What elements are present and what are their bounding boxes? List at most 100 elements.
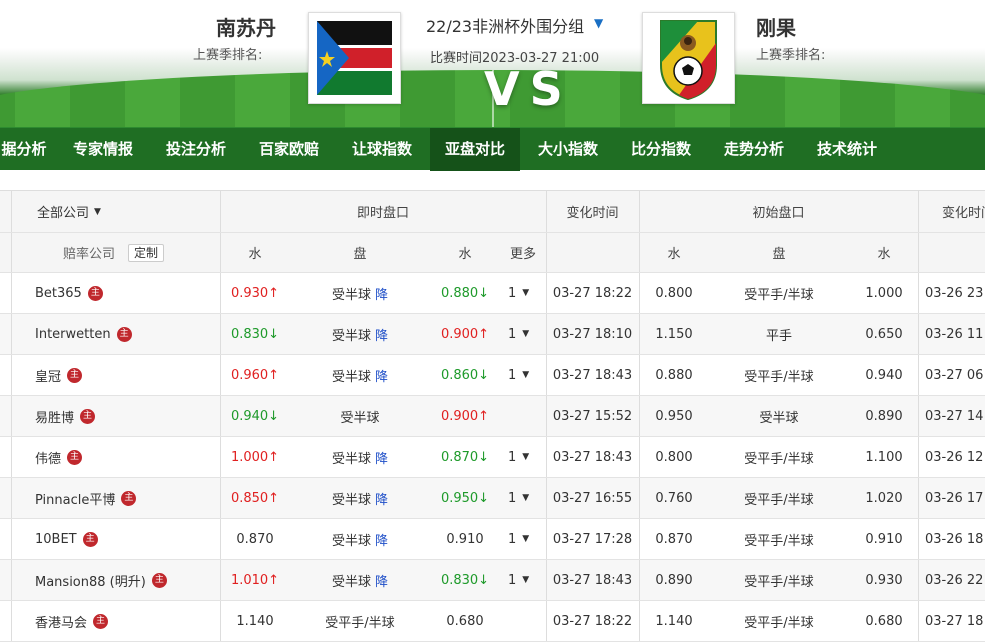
table-row[interactable]: 10BET 主 0.870 受半球降 0.910 1 ▼ 03-27 17:28 0.870 受平… [0, 519, 985, 560]
chevron-down-icon[interactable]: ▼ [594, 16, 603, 30]
home-team-name[interactable]: 南苏丹 [216, 12, 276, 41]
initial-water1[interactable]: 1.150 [639, 314, 709, 354]
nav-item-european-odds[interactable]: 百家欧赔 [248, 128, 330, 171]
nav-item-trend-analysis[interactable]: 走势分析 [713, 128, 795, 171]
nav-item-over-under[interactable]: 大小指数 [527, 128, 609, 171]
live-water1[interactable]: 0.830↓ [220, 314, 290, 354]
initial-water2[interactable]: 1.100 [849, 437, 919, 477]
initial-water1[interactable]: 0.890 [639, 560, 709, 600]
initial-handicap[interactable]: 受平手/半球 [709, 560, 849, 600]
more-dropdown[interactable]: 1 ▼ [508, 478, 529, 518]
live-water1[interactable]: 0.870 [220, 519, 290, 559]
company-cell[interactable]: Pinnacle平博主 [35, 478, 137, 518]
live-handicap-cell[interactable]: 受半球 [290, 396, 430, 436]
live-water1[interactable]: 1.140 [220, 601, 290, 641]
initial-water2[interactable]: 0.940 [849, 355, 919, 395]
live-water1[interactable]: 0.850↑ [220, 478, 290, 518]
company-cell[interactable]: 易胜博主 [35, 396, 96, 436]
company-cell[interactable]: Mansion88 (明升) 主 [35, 560, 167, 600]
company-name[interactable]: 10BET [35, 532, 77, 547]
home-team-flag[interactable] [308, 12, 401, 104]
initial-handicap[interactable]: 平手 [709, 314, 849, 354]
live-handicap-cell[interactable]: 受半球降 [290, 437, 430, 477]
company-cell[interactable]: Bet365 主 [35, 273, 103, 313]
initial-water2[interactable]: 0.890 [849, 396, 919, 436]
live-handicap-cell[interactable]: 受平手/半球 [290, 601, 430, 641]
more-dropdown[interactable]: 1 ▼ [508, 437, 529, 477]
more-dropdown[interactable]: 1 ▼ [508, 314, 529, 354]
company-name[interactable]: 易胜博 [35, 407, 74, 426]
live-handicap-cell[interactable]: 受半球降 [290, 478, 430, 518]
more-dropdown[interactable]: 1 ▼ [508, 273, 529, 313]
live-water2[interactable]: 0.860↓ [430, 355, 500, 395]
live-water1[interactable]: 0.940↓ [220, 396, 290, 436]
live-water2[interactable]: 0.910 [430, 519, 500, 559]
live-handicap-cell[interactable]: 受半球降 [290, 519, 430, 559]
company-name[interactable]: Interwetten [35, 327, 111, 342]
live-water2[interactable]: 0.900↑ [430, 396, 500, 436]
table-row[interactable]: 香港马会主 1.140 受平手/半球 0.680 03-27 18:22 1.140 受平手… [0, 601, 985, 642]
initial-water2[interactable]: 0.680 [849, 601, 919, 641]
company-name[interactable]: 皇冠 [35, 366, 61, 385]
nav-item-tech-stats[interactable]: 技术统计 [806, 128, 888, 171]
initial-water1[interactable]: 0.800 [639, 273, 709, 313]
live-water2[interactable]: 0.680 [430, 601, 500, 641]
initial-handicap[interactable]: 受平手/半球 [709, 355, 849, 395]
table-row[interactable]: Pinnacle平博主 0.850↑ 受半球降 0.950↓ 1 ▼ 03-27 16:55… [0, 478, 985, 519]
nav-item-handicap-index[interactable]: 让球指数 [341, 128, 423, 171]
initial-water1[interactable]: 0.870 [639, 519, 709, 559]
initial-handicap[interactable]: 受平手/半球 [709, 437, 849, 477]
company-cell[interactable]: 伟德主 [35, 437, 83, 477]
live-water2[interactable]: 0.830↓ [430, 560, 500, 600]
live-handicap-cell[interactable]: 受半球降 [290, 314, 430, 354]
live-water1[interactable]: 1.000↑ [220, 437, 290, 477]
company-cell[interactable]: 皇冠主 [35, 355, 83, 395]
nav-item-asian-handicap[interactable]: 亚盘对比 [430, 128, 520, 171]
live-water1[interactable]: 0.960↑ [220, 355, 290, 395]
table-row[interactable]: 皇冠主 0.960↑ 受半球降 0.860↓ 1 ▼ 03-27 18:43 0.880 受平手… [0, 355, 985, 396]
company-name[interactable]: Bet365 [35, 286, 82, 301]
competition-title[interactable]: 22/23非洲杯外围分组 [426, 13, 584, 37]
company-cell[interactable]: 10BET 主 [35, 519, 98, 559]
live-handicap-cell[interactable]: 受半球降 [290, 560, 430, 600]
company-cell[interactable]: 香港马会主 [35, 601, 109, 641]
live-water1[interactable]: 0.930↑ [220, 273, 290, 313]
live-handicap-cell[interactable]: 受半球降 [290, 355, 430, 395]
more-dropdown[interactable]: 1 ▼ [508, 560, 529, 600]
initial-water1[interactable]: 0.950 [639, 396, 709, 436]
company-name[interactable]: Pinnacle平博 [35, 489, 115, 508]
initial-water2[interactable]: 0.930 [849, 560, 919, 600]
initial-water2[interactable]: 1.000 [849, 273, 919, 313]
initial-handicap[interactable]: 受平手/半球 [709, 478, 849, 518]
nav-item-betting-analysis[interactable]: 投注分析 [155, 128, 237, 171]
initial-water1[interactable]: 0.800 [639, 437, 709, 477]
company-name[interactable]: 香港马会 [35, 612, 87, 631]
company-filter-dropdown[interactable]: 全部公司 ▼ [37, 191, 101, 232]
live-water2[interactable]: 0.880↓ [430, 273, 500, 313]
initial-handicap[interactable]: 受平手/半球 [709, 273, 849, 313]
company-name[interactable]: 伟德 [35, 448, 61, 467]
away-team-name[interactable]: 刚果 [756, 12, 796, 41]
live-water2[interactable]: 0.870↓ [430, 437, 500, 477]
initial-water2[interactable]: 0.910 [849, 519, 919, 559]
nav-item-expert-info[interactable]: 专家情报 [62, 128, 144, 171]
initial-water1[interactable]: 0.880 [639, 355, 709, 395]
initial-handicap[interactable]: 受平手/半球 [709, 519, 849, 559]
initial-water1[interactable]: 0.760 [639, 478, 709, 518]
table-row[interactable]: 伟德主 1.000↑ 受半球降 0.870↓ 1 ▼ 03-27 18:43 0.800 受平手… [0, 437, 985, 478]
company-name[interactable]: Mansion88 (明升) [35, 571, 146, 590]
live-water2[interactable]: 0.950↓ [430, 478, 500, 518]
initial-water1[interactable]: 1.140 [639, 601, 709, 641]
live-water1[interactable]: 1.010↑ [220, 560, 290, 600]
initial-water2[interactable]: 0.650 [849, 314, 919, 354]
table-row[interactable]: Interwetten 主 0.830↓ 受半球降 0.900↑ 1 ▼ 03-27 18:1… [0, 314, 985, 355]
nav-item-correct-score[interactable]: 比分指数 [620, 128, 702, 171]
company-cell[interactable]: Interwetten 主 [35, 314, 132, 354]
initial-water2[interactable]: 1.020 [849, 478, 919, 518]
table-row[interactable]: 易胜博主 0.940↓ 受半球 0.900↑ 03-27 15:52 0.950 受半球 0.… [0, 396, 985, 437]
customize-button[interactable]: 定制 [128, 243, 165, 262]
nav-item-data-analysis[interactable]: 据分析 [0, 128, 48, 171]
more-dropdown[interactable]: 1 ▼ [508, 519, 529, 559]
live-handicap-cell[interactable]: 受半球降 [290, 273, 430, 313]
away-team-crest[interactable] [642, 12, 735, 104]
